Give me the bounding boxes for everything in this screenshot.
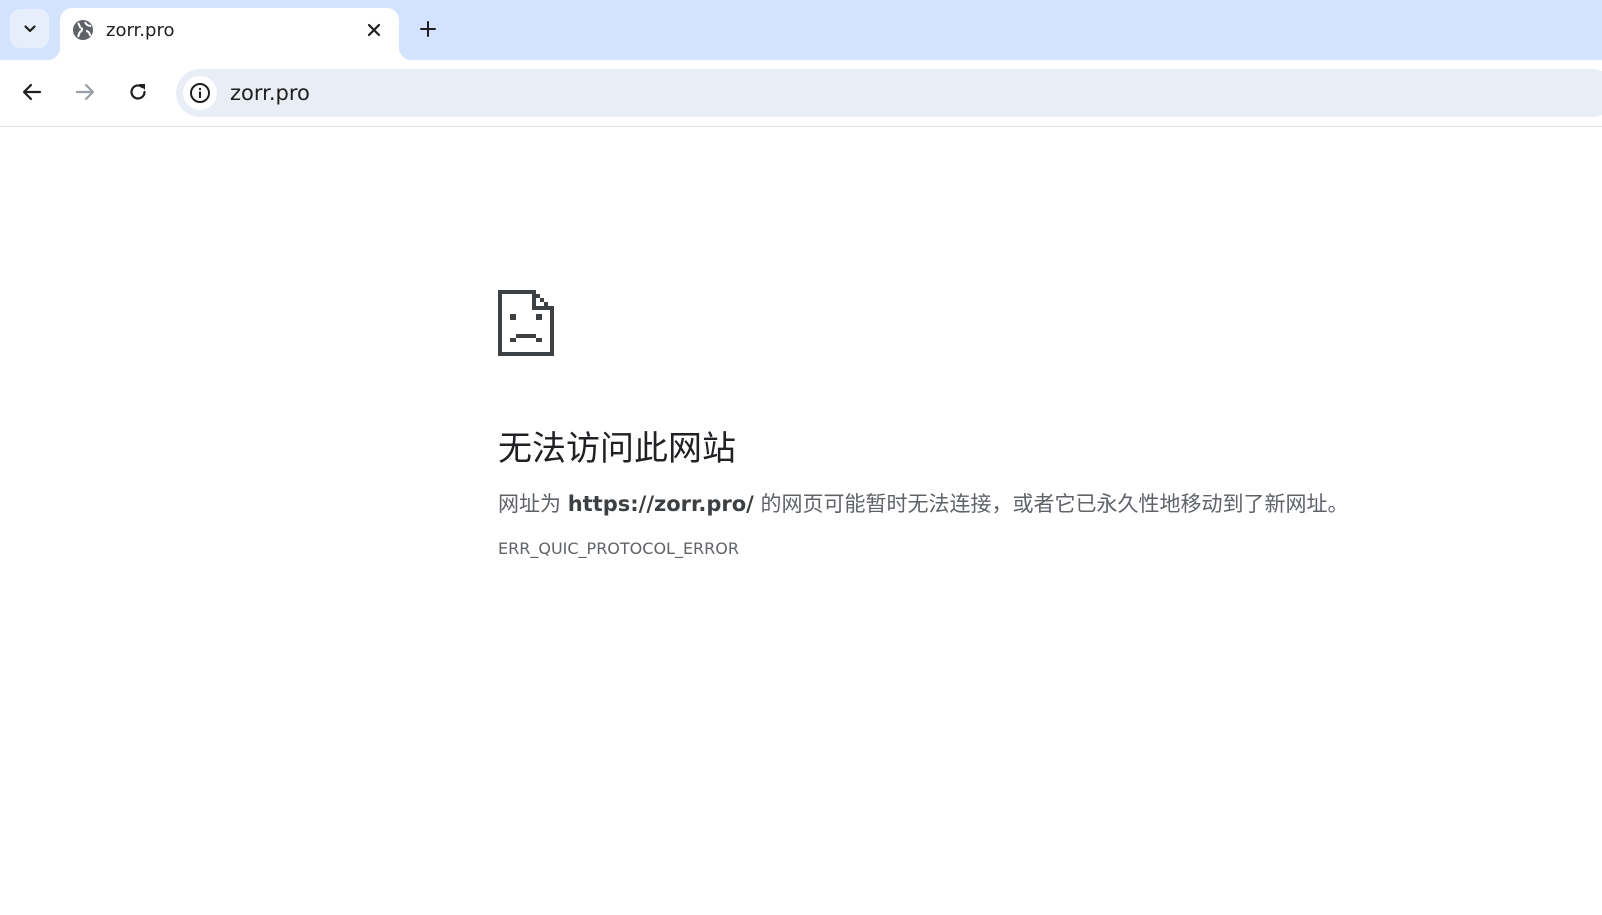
sad-document-icon <box>498 290 554 356</box>
error-content: 无法访问此网站 网址为 https://zorr.pro/ 的网页可能暂时无法连… <box>498 290 1498 559</box>
info-icon <box>190 83 210 103</box>
chevron-down-icon <box>23 24 36 32</box>
back-button[interactable] <box>14 74 50 110</box>
close-tab-glyph <box>367 23 381 37</box>
reload-icon <box>130 84 146 100</box>
error-description-prefix: 网址为 <box>498 492 568 516</box>
tab-search-button[interactable] <box>10 9 49 48</box>
address-bar[interactable]: zorr.pro <box>176 69 1602 117</box>
plus-icon <box>420 21 436 37</box>
url-text[interactable]: zorr.pro <box>230 80 310 106</box>
browser-toolbar: zorr.pro <box>0 60 1602 127</box>
active-tab[interactable]: zorr.pro <box>60 8 399 60</box>
site-info-button[interactable] <box>183 76 217 110</box>
arrow-left-icon <box>22 83 42 101</box>
error-description-suffix: 的网页可能暂时无法连接，或者它已永久性地移动到了新网址。 <box>753 492 1349 516</box>
error-url: https://zorr.pro/ <box>567 492 754 516</box>
error-code: ERR_QUIC_PROTOCOL_ERROR <box>498 539 739 558</box>
reload-button[interactable] <box>120 74 156 110</box>
tab-strip: zorr.pro <box>0 0 1602 60</box>
arrow-right-icon <box>75 83 95 101</box>
tab-title: zorr.pro <box>106 20 175 41</box>
close-icon[interactable] <box>363 19 385 41</box>
globe-icon <box>73 20 93 40</box>
error-title: 无法访问此网站 <box>498 429 736 469</box>
new-tab-button[interactable] <box>413 14 443 44</box>
forward-button[interactable] <box>67 74 103 110</box>
error-description: 网址为 https://zorr.pro/ 的网页可能暂时无法连接，或者它已永久… <box>498 489 1498 519</box>
